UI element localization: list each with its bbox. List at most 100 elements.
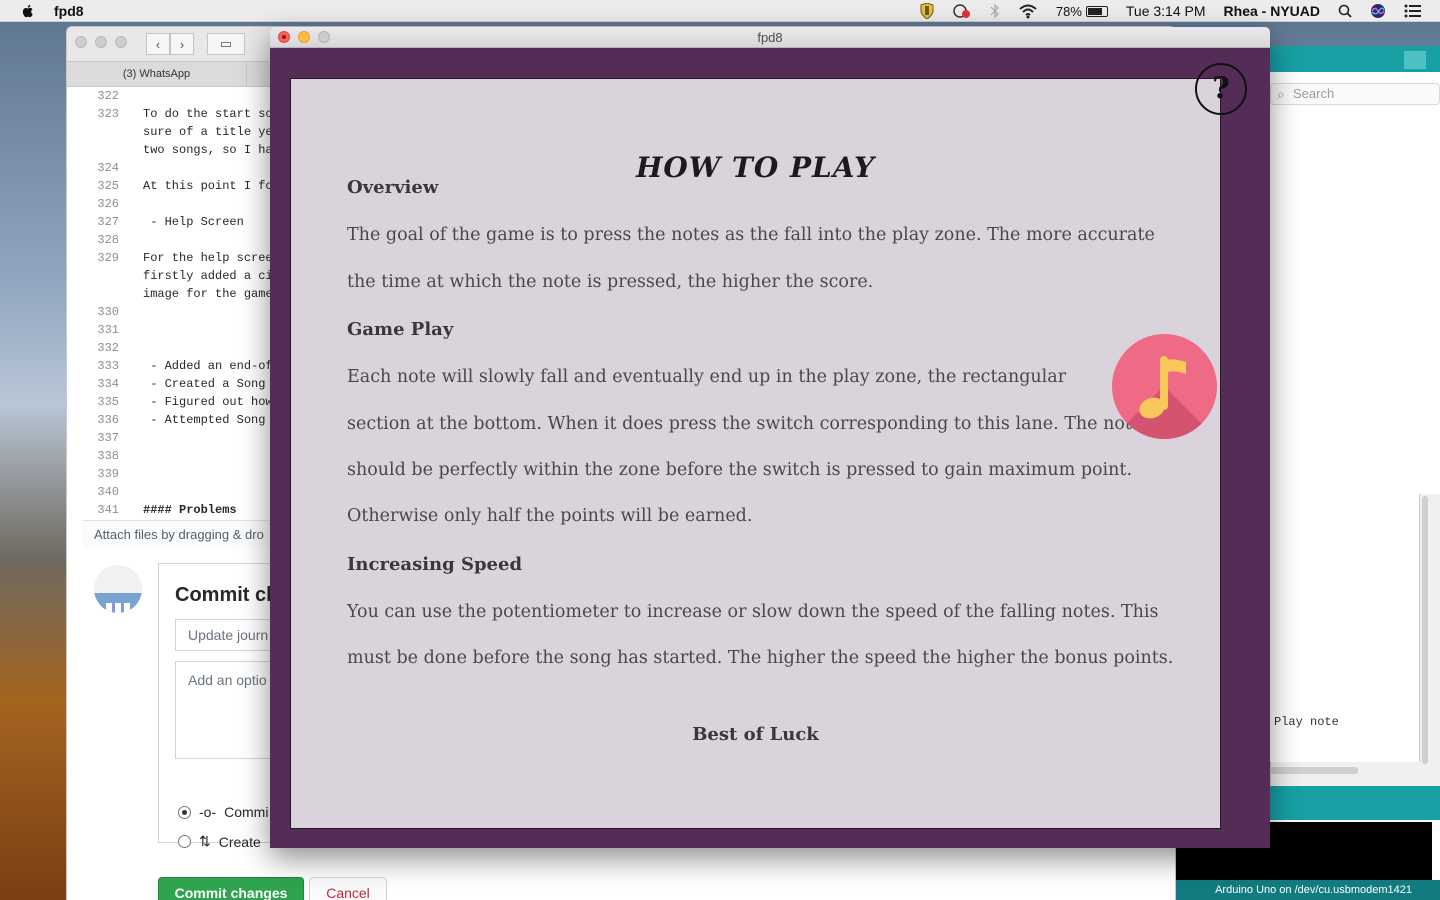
editor-line[interactable]: 336 - Attempted Song xyxy=(83,411,293,429)
line-text: image for the game xyxy=(143,287,273,301)
notification-center-icon[interactable] xyxy=(1404,4,1422,18)
siri-icon[interactable] xyxy=(1370,3,1386,19)
back-button[interactable]: ‹ xyxy=(146,33,170,55)
line-number xyxy=(83,267,123,285)
overview-line-2: the time at which the note is pressed, t… xyxy=(347,272,874,292)
editor-line[interactable]: 324 xyxy=(83,159,293,177)
menubar-user[interactable]: Rhea - NYUAD xyxy=(1224,3,1320,19)
editor-line[interactable]: firstly added a ci xyxy=(83,267,293,285)
forward-button[interactable]: › xyxy=(170,33,194,55)
menubar-app-name[interactable]: fpd8 xyxy=(54,3,84,19)
editor-line[interactable]: two songs, so I ha xyxy=(83,141,293,159)
editor-line[interactable]: 323 To do the start sc xyxy=(83,105,293,123)
line-text xyxy=(123,339,143,357)
editor-line[interactable]: 325 At this point I fo xyxy=(83,177,293,195)
editor-line[interactable]: 331 xyxy=(83,321,293,339)
close-button[interactable] xyxy=(278,31,290,43)
minimize-button[interactable] xyxy=(298,31,310,43)
line-text xyxy=(123,321,143,339)
speed-line-2: must be done before the song has started… xyxy=(347,648,1174,668)
editor-line[interactable]: 332 xyxy=(83,339,293,357)
line-text xyxy=(123,195,143,213)
browser-window-controls[interactable] xyxy=(67,35,127,53)
line-number: 340 xyxy=(97,485,119,499)
commit-direct-option[interactable]: -o- Commi xyxy=(178,804,268,820)
radio-selected[interactable] xyxy=(178,805,191,819)
markdown-editor[interactable]: 322 323 To do the start sc sure of a title … xyxy=(83,87,293,545)
radio-unselected[interactable] xyxy=(178,835,191,848)
editor-line[interactable]: image for the game xyxy=(83,285,293,303)
search-input[interactable]: Search xyxy=(1270,83,1440,105)
attach-files-hint[interactable]: Attach files by dragging & dro xyxy=(83,520,293,548)
sidebar-toggle-button[interactable]: ▭ xyxy=(207,33,245,55)
editor-line[interactable]: 335 - Figured out how xyxy=(83,393,293,411)
line-number: 337 xyxy=(97,431,119,445)
commit-changes-button[interactable]: Commit changes xyxy=(158,877,304,900)
line-number: 330 xyxy=(97,305,119,319)
gameplay-line-2: section at the bottom. When it does pres… xyxy=(347,414,1143,434)
battery-percent: 78% xyxy=(1055,3,1082,19)
line-text: For the help scree xyxy=(143,251,273,265)
game-canvas[interactable]: HOW TO PLAY Overview The goal of the gam… xyxy=(270,48,1270,848)
line-number: 328 xyxy=(97,233,119,247)
avatar xyxy=(94,565,142,613)
shield-icon[interactable] xyxy=(920,3,934,19)
battery-icon xyxy=(1085,5,1108,17)
overview-line-1: The goal of the game is to press the not… xyxy=(347,225,1155,245)
line-number: 324 xyxy=(97,161,119,175)
horizontal-scrollbar[interactable] xyxy=(1270,767,1358,774)
gameplay-line-3: should be perfectly within the zone befo… xyxy=(347,460,1133,480)
git-commit-icon: -o- xyxy=(199,804,217,820)
line-text xyxy=(123,159,143,177)
editor-line[interactable]: 334 - Created a Song xyxy=(83,375,293,393)
editor-line[interactable]: 329 For the help scree xyxy=(83,249,293,267)
editor-line[interactable]: 322 xyxy=(83,87,293,105)
editor-line[interactable]: 341 #### Problems xyxy=(83,501,293,519)
line-number: 339 xyxy=(97,467,119,481)
line-text: two songs, so I ha xyxy=(143,143,273,157)
line-text: - Help Screen xyxy=(143,215,244,229)
help-button[interactable]: ? xyxy=(1195,63,1247,115)
zoom-button[interactable] xyxy=(318,31,330,43)
cancel-button[interactable]: Cancel xyxy=(309,877,387,900)
line-number: 336 xyxy=(97,413,119,427)
line-number: 329 xyxy=(97,251,119,265)
editor-line[interactable]: 326 xyxy=(83,195,293,213)
editor-line[interactable]: 330 xyxy=(83,303,293,321)
line-number: 338 xyxy=(97,449,119,463)
line-number: 335 xyxy=(97,395,119,409)
best-of-luck-text: Best of Luck xyxy=(692,724,819,745)
line-text xyxy=(123,87,143,105)
tab-whatsapp[interactable]: (3) WhatsApp xyxy=(67,62,247,86)
apple-icon[interactable] xyxy=(20,3,36,19)
editor-line[interactable]: 339 xyxy=(83,465,293,483)
speed-line-1: You can use the potentiometer to increas… xyxy=(347,602,1159,622)
board-status: Arduino Uno on /dev/cu.usbmodem1421 xyxy=(1176,880,1440,900)
editor-line[interactable]: 327 - Help Screen xyxy=(83,213,293,231)
editor-line[interactable]: 333 - Added an end-of xyxy=(83,357,293,375)
editor-line[interactable]: 328 xyxy=(83,231,293,249)
line-text xyxy=(123,429,143,447)
spotlight-search-icon[interactable] xyxy=(1338,4,1352,18)
create-branch-option[interactable]: ⇅ Create xyxy=(178,833,261,850)
editor-line[interactable]: 340 xyxy=(83,483,293,501)
time-machine-icon[interactable] xyxy=(952,3,972,19)
menubar-clock[interactable]: Tue 3:14 PM xyxy=(1126,3,1206,19)
line-text: At this point I fo xyxy=(143,179,273,193)
battery-indicator[interactable]: 78% xyxy=(1056,4,1108,19)
menu-bar: fpd8 78% Tue 3:14 PM Rhea - NYUAD xyxy=(0,0,1440,22)
music-note-icon xyxy=(1112,334,1217,439)
editor-line[interactable]: sure of a title ye xyxy=(83,123,293,141)
wifi-icon[interactable] xyxy=(1018,4,1038,19)
gameplay-line-1: Each note will slowly fall and eventuall… xyxy=(347,367,1067,387)
create-branch-label: Create xyxy=(218,833,261,850)
line-text xyxy=(123,447,143,465)
help-panel: HOW TO PLAY Overview The goal of the gam… xyxy=(290,78,1221,829)
game-window-title: fpd8 xyxy=(757,30,783,45)
bluetooth-icon[interactable] xyxy=(990,3,1000,19)
vertical-scrollbar[interactable] xyxy=(1422,496,1428,764)
line-text xyxy=(123,303,143,321)
editor-line[interactable]: 337 xyxy=(83,429,293,447)
editor-line[interactable]: 338 xyxy=(83,447,293,465)
serial-monitor-button[interactable] xyxy=(1404,51,1426,69)
